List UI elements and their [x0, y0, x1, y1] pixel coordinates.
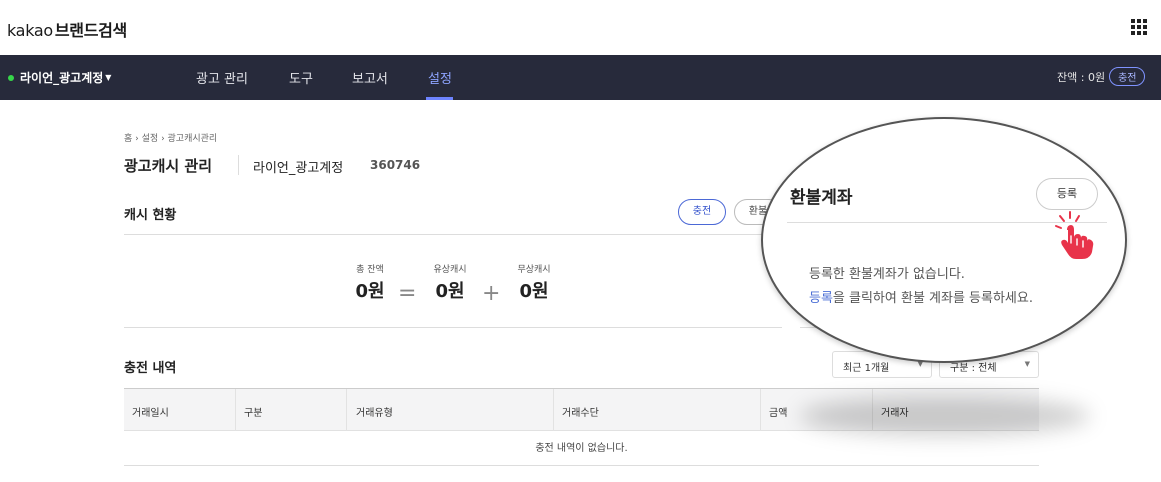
- total-balance-label: 총 잔액: [356, 265, 384, 275]
- zoom-shadow: [800, 396, 1090, 436]
- free-cash-value: 0원: [519, 281, 549, 302]
- type-filter-value: 구분 : 전체: [950, 363, 997, 374]
- refund-register-hint: 등록을 클릭하여 환불 계좌를 등록하세요.: [809, 287, 1033, 306]
- page-title: 광고캐시 관리: [124, 157, 213, 175]
- breadcrumb-home[interactable]: 홈: [124, 134, 132, 144]
- account-selector[interactable]: 라이언_광고계정 ▼: [8, 69, 111, 86]
- column-divider: [346, 389, 347, 431]
- nav-settings[interactable]: 설정: [428, 68, 452, 87]
- logo[interactable]: kakao 브랜드검색: [7, 17, 127, 41]
- title-divider: [238, 155, 239, 175]
- free-cash: 무상캐시 0원: [508, 262, 560, 303]
- breadcrumb-current: 광고캐시관리: [167, 134, 218, 144]
- column-header: 거래일시: [132, 408, 169, 419]
- account-name: 라이언_광고계정: [253, 161, 344, 176]
- top-bar: kakao 브랜드검색: [0, 0, 1161, 55]
- register-refund-account-button[interactable]: 등록: [1036, 178, 1098, 210]
- account-id: 360746: [370, 158, 421, 172]
- nav-reports[interactable]: 보고서: [352, 68, 388, 87]
- main-nav: 라이언_광고계정 ▼ 광고 관리 도구 보고서 설정 잔액 : 0원 충전: [0, 55, 1161, 100]
- total-balance-value: 0원: [355, 281, 385, 302]
- account-selector-label: 라이언_광고계정: [20, 71, 104, 85]
- divider: [124, 234, 784, 235]
- column-divider: [235, 389, 236, 431]
- paid-cash-label: 유상캐시: [433, 265, 467, 275]
- breadcrumb: 홈 › 설정 › 광고캐시관리: [124, 131, 217, 144]
- refund-account-title: 환불계좌: [790, 188, 853, 208]
- nav-charge-button[interactable]: 충전: [1109, 67, 1146, 86]
- paid-cash: 유상캐시 0원: [424, 262, 476, 303]
- period-select-value: 최근 1개월: [843, 363, 890, 374]
- logo-kakao: kakao: [7, 21, 53, 40]
- caret-down-icon: ▼: [105, 73, 112, 82]
- register-link[interactable]: 등록: [809, 291, 833, 306]
- click-hand-icon: [1055, 211, 1094, 259]
- equals-sign: =: [398, 281, 417, 306]
- nav-ad-management[interactable]: 광고 관리: [196, 68, 248, 87]
- charge-history-title: 충전 내역: [124, 361, 177, 376]
- total-balance: 총 잔액 0원: [346, 262, 394, 303]
- paid-cash-value: 0원: [435, 281, 465, 302]
- cash-status-title: 캐시 현황: [124, 208, 177, 223]
- column-header: 거래유형: [356, 408, 393, 419]
- breadcrumb-settings[interactable]: 설정: [142, 134, 159, 144]
- refund-empty-message: 등록한 환불계좌가 없습니다.: [809, 267, 965, 282]
- free-cash-label: 무상캐시: [517, 265, 551, 275]
- register-hint-text: 을 클릭하여 환불 계좌를 등록하세요.: [832, 291, 1033, 306]
- grid-icon[interactable]: [1131, 19, 1147, 35]
- column-divider: [760, 389, 761, 431]
- column-divider: [553, 389, 554, 431]
- nav-tools[interactable]: 도구: [289, 68, 313, 87]
- status-dot-icon: [8, 74, 14, 81]
- column-header: 거래수단: [562, 408, 599, 419]
- active-tab-indicator: [426, 97, 453, 100]
- logo-brand: 브랜드검색: [54, 21, 127, 40]
- empty-table-message: 충전 내역이 없습니다.: [124, 431, 1039, 466]
- balance-area: 잔액 : 0원 충전: [1057, 67, 1146, 86]
- balance-text: 잔액 : 0원: [1057, 70, 1106, 84]
- divider: [124, 327, 782, 328]
- plus-sign: +: [482, 281, 501, 306]
- charge-button[interactable]: 충전: [678, 199, 726, 225]
- chevron-down-icon: ▼: [1024, 360, 1030, 368]
- column-header: 구분: [244, 408, 263, 419]
- column-header: 금액: [769, 408, 788, 419]
